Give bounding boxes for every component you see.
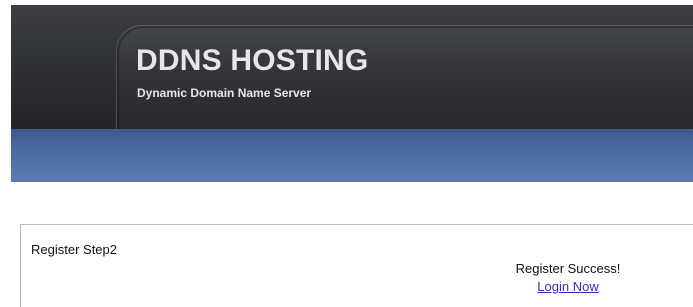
login-now-link[interactable]: Login Now: [537, 278, 598, 296]
site-title: DDNS HOSTING: [136, 44, 369, 77]
page: DDNS HOSTING Dynamic Domain Name Server …: [0, 0, 693, 307]
register-step-title: Register Step2: [31, 242, 117, 257]
success-message: Register Success!: [515, 261, 621, 276]
site-subtitle: Dynamic Domain Name Server: [137, 86, 312, 100]
content-panel: Register Step2 Register Success! Login N…: [20, 224, 693, 307]
navigation-bar: [11, 129, 693, 182]
register-result: Register Success! Login Now: [483, 260, 653, 296]
